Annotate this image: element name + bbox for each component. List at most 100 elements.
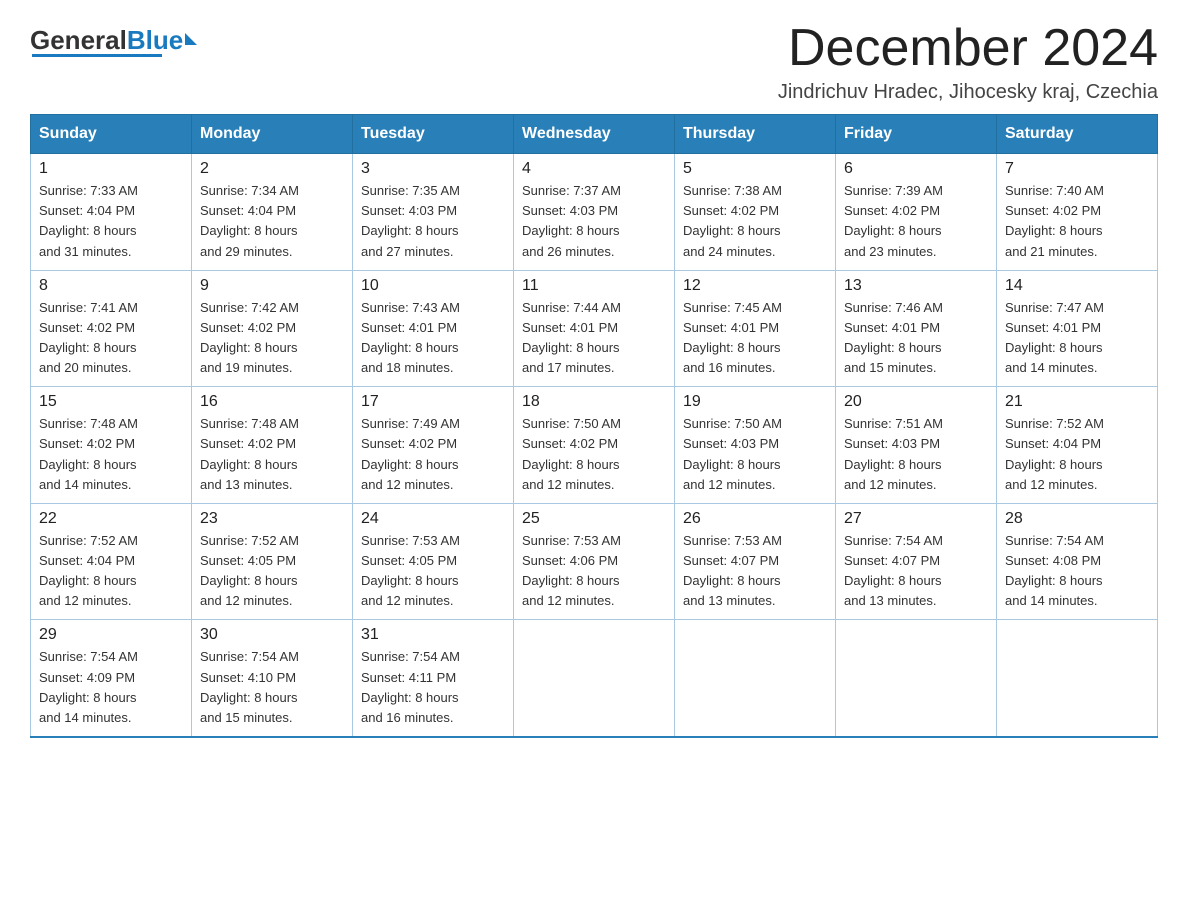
day-info: Sunrise: 7:50 AM Sunset: 4:03 PM Dayligh…	[683, 414, 827, 495]
day-info: Sunrise: 7:45 AM Sunset: 4:01 PM Dayligh…	[683, 298, 827, 379]
day-info: Sunrise: 7:35 AM Sunset: 4:03 PM Dayligh…	[361, 181, 505, 262]
day-of-week-header: Thursday	[675, 115, 836, 154]
day-number: 23	[200, 510, 344, 528]
calendar-week-row: 22 Sunrise: 7:52 AM Sunset: 4:04 PM Dayl…	[31, 503, 1158, 620]
day-of-week-header: Friday	[836, 115, 997, 154]
calendar-cell: 30 Sunrise: 7:54 AM Sunset: 4:10 PM Dayl…	[192, 620, 353, 737]
day-number: 13	[844, 277, 988, 295]
day-info: Sunrise: 7:50 AM Sunset: 4:02 PM Dayligh…	[522, 414, 666, 495]
calendar-cell: 28 Sunrise: 7:54 AM Sunset: 4:08 PM Dayl…	[997, 503, 1158, 620]
day-info: Sunrise: 7:52 AM Sunset: 4:04 PM Dayligh…	[39, 531, 183, 612]
day-info: Sunrise: 7:54 AM Sunset: 4:08 PM Dayligh…	[1005, 531, 1149, 612]
day-number: 14	[1005, 277, 1149, 295]
day-number: 6	[844, 160, 988, 178]
calendar-week-row: 15 Sunrise: 7:48 AM Sunset: 4:02 PM Dayl…	[31, 387, 1158, 504]
day-info: Sunrise: 7:41 AM Sunset: 4:02 PM Dayligh…	[39, 298, 183, 379]
month-title: December 2024	[778, 20, 1158, 77]
calendar-cell: 23 Sunrise: 7:52 AM Sunset: 4:05 PM Dayl…	[192, 503, 353, 620]
day-info: Sunrise: 7:52 AM Sunset: 4:05 PM Dayligh…	[200, 531, 344, 612]
logo-blue-text: Blue	[127, 25, 183, 56]
day-number: 30	[200, 626, 344, 644]
day-info: Sunrise: 7:54 AM Sunset: 4:11 PM Dayligh…	[361, 647, 505, 728]
day-number: 18	[522, 393, 666, 411]
calendar-cell: 19 Sunrise: 7:50 AM Sunset: 4:03 PM Dayl…	[675, 387, 836, 504]
logo-triangle-icon	[185, 33, 197, 45]
calendar-cell: 22 Sunrise: 7:52 AM Sunset: 4:04 PM Dayl…	[31, 503, 192, 620]
day-number: 25	[522, 510, 666, 528]
day-info: Sunrise: 7:48 AM Sunset: 4:02 PM Dayligh…	[39, 414, 183, 495]
day-info: Sunrise: 7:37 AM Sunset: 4:03 PM Dayligh…	[522, 181, 666, 262]
day-number: 28	[1005, 510, 1149, 528]
day-info: Sunrise: 7:52 AM Sunset: 4:04 PM Dayligh…	[1005, 414, 1149, 495]
day-number: 15	[39, 393, 183, 411]
day-info: Sunrise: 7:33 AM Sunset: 4:04 PM Dayligh…	[39, 181, 183, 262]
calendar-cell: 2 Sunrise: 7:34 AM Sunset: 4:04 PM Dayli…	[192, 154, 353, 271]
calendar-table: SundayMondayTuesdayWednesdayThursdayFrid…	[30, 114, 1158, 738]
calendar-cell: 10 Sunrise: 7:43 AM Sunset: 4:01 PM Dayl…	[353, 270, 514, 387]
location-text: Jindrichuv Hradec, Jihocesky kraj, Czech…	[778, 81, 1158, 104]
page-header: General Blue December 2024 Jindrichuv Hr…	[30, 20, 1158, 104]
day-info: Sunrise: 7:40 AM Sunset: 4:02 PM Dayligh…	[1005, 181, 1149, 262]
day-of-week-header: Saturday	[997, 115, 1158, 154]
calendar-cell: 9 Sunrise: 7:42 AM Sunset: 4:02 PM Dayli…	[192, 270, 353, 387]
day-number: 26	[683, 510, 827, 528]
calendar-cell: 31 Sunrise: 7:54 AM Sunset: 4:11 PM Dayl…	[353, 620, 514, 737]
day-number: 22	[39, 510, 183, 528]
calendar-header-row: SundayMondayTuesdayWednesdayThursdayFrid…	[31, 115, 1158, 154]
day-number: 29	[39, 626, 183, 644]
calendar-cell: 11 Sunrise: 7:44 AM Sunset: 4:01 PM Dayl…	[514, 270, 675, 387]
calendar-cell	[675, 620, 836, 737]
day-number: 31	[361, 626, 505, 644]
day-info: Sunrise: 7:53 AM Sunset: 4:07 PM Dayligh…	[683, 531, 827, 612]
calendar-cell: 15 Sunrise: 7:48 AM Sunset: 4:02 PM Dayl…	[31, 387, 192, 504]
calendar-cell: 24 Sunrise: 7:53 AM Sunset: 4:05 PM Dayl…	[353, 503, 514, 620]
day-number: 11	[522, 277, 666, 295]
day-info: Sunrise: 7:44 AM Sunset: 4:01 PM Dayligh…	[522, 298, 666, 379]
calendar-cell: 5 Sunrise: 7:38 AM Sunset: 4:02 PM Dayli…	[675, 154, 836, 271]
day-number: 5	[683, 160, 827, 178]
day-number: 24	[361, 510, 505, 528]
day-info: Sunrise: 7:43 AM Sunset: 4:01 PM Dayligh…	[361, 298, 505, 379]
calendar-cell: 27 Sunrise: 7:54 AM Sunset: 4:07 PM Dayl…	[836, 503, 997, 620]
day-info: Sunrise: 7:46 AM Sunset: 4:01 PM Dayligh…	[844, 298, 988, 379]
calendar-cell: 13 Sunrise: 7:46 AM Sunset: 4:01 PM Dayl…	[836, 270, 997, 387]
day-number: 20	[844, 393, 988, 411]
day-number: 9	[200, 277, 344, 295]
day-number: 7	[1005, 160, 1149, 178]
calendar-cell: 16 Sunrise: 7:48 AM Sunset: 4:02 PM Dayl…	[192, 387, 353, 504]
day-info: Sunrise: 7:54 AM Sunset: 4:07 PM Dayligh…	[844, 531, 988, 612]
day-of-week-header: Tuesday	[353, 115, 514, 154]
calendar-cell: 7 Sunrise: 7:40 AM Sunset: 4:02 PM Dayli…	[997, 154, 1158, 271]
calendar-cell	[836, 620, 997, 737]
calendar-cell: 8 Sunrise: 7:41 AM Sunset: 4:02 PM Dayli…	[31, 270, 192, 387]
calendar-cell: 20 Sunrise: 7:51 AM Sunset: 4:03 PM Dayl…	[836, 387, 997, 504]
day-number: 4	[522, 160, 666, 178]
day-info: Sunrise: 7:49 AM Sunset: 4:02 PM Dayligh…	[361, 414, 505, 495]
day-info: Sunrise: 7:38 AM Sunset: 4:02 PM Dayligh…	[683, 181, 827, 262]
day-info: Sunrise: 7:47 AM Sunset: 4:01 PM Dayligh…	[1005, 298, 1149, 379]
day-number: 12	[683, 277, 827, 295]
day-number: 17	[361, 393, 505, 411]
day-number: 16	[200, 393, 344, 411]
calendar-cell: 26 Sunrise: 7:53 AM Sunset: 4:07 PM Dayl…	[675, 503, 836, 620]
logo-general-text: General	[30, 25, 127, 56]
day-info: Sunrise: 7:54 AM Sunset: 4:10 PM Dayligh…	[200, 647, 344, 728]
calendar-week-row: 1 Sunrise: 7:33 AM Sunset: 4:04 PM Dayli…	[31, 154, 1158, 271]
calendar-cell: 25 Sunrise: 7:53 AM Sunset: 4:06 PM Dayl…	[514, 503, 675, 620]
calendar-cell	[514, 620, 675, 737]
day-info: Sunrise: 7:51 AM Sunset: 4:03 PM Dayligh…	[844, 414, 988, 495]
calendar-cell: 17 Sunrise: 7:49 AM Sunset: 4:02 PM Dayl…	[353, 387, 514, 504]
calendar-week-row: 8 Sunrise: 7:41 AM Sunset: 4:02 PM Dayli…	[31, 270, 1158, 387]
calendar-cell: 29 Sunrise: 7:54 AM Sunset: 4:09 PM Dayl…	[31, 620, 192, 737]
logo: General Blue	[30, 25, 197, 57]
day-info: Sunrise: 7:42 AM Sunset: 4:02 PM Dayligh…	[200, 298, 344, 379]
calendar-cell: 12 Sunrise: 7:45 AM Sunset: 4:01 PM Dayl…	[675, 270, 836, 387]
day-info: Sunrise: 7:53 AM Sunset: 4:05 PM Dayligh…	[361, 531, 505, 612]
calendar-week-row: 29 Sunrise: 7:54 AM Sunset: 4:09 PM Dayl…	[31, 620, 1158, 737]
day-info: Sunrise: 7:39 AM Sunset: 4:02 PM Dayligh…	[844, 181, 988, 262]
day-of-week-header: Sunday	[31, 115, 192, 154]
day-number: 1	[39, 160, 183, 178]
day-info: Sunrise: 7:48 AM Sunset: 4:02 PM Dayligh…	[200, 414, 344, 495]
calendar-cell: 6 Sunrise: 7:39 AM Sunset: 4:02 PM Dayli…	[836, 154, 997, 271]
calendar-cell: 1 Sunrise: 7:33 AM Sunset: 4:04 PM Dayli…	[31, 154, 192, 271]
